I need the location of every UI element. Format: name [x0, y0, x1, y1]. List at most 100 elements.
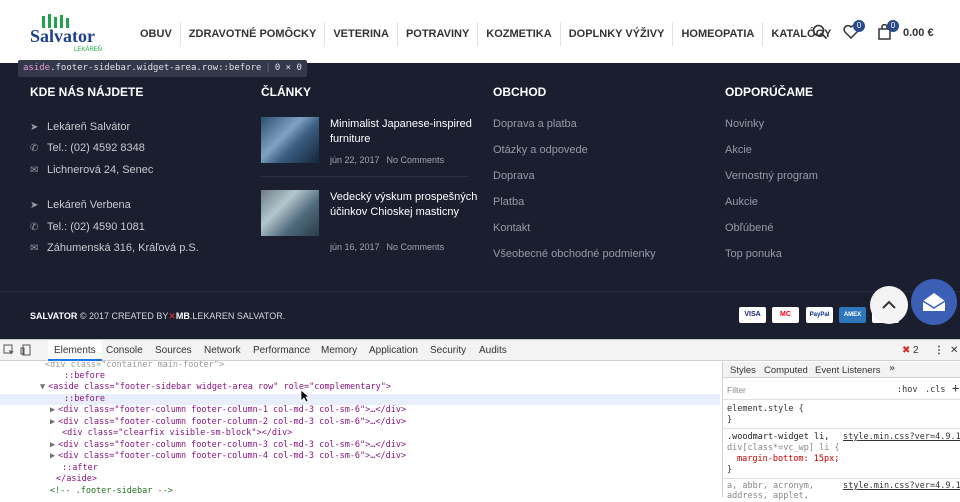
element-style-rule[interactable]: element.style { — [727, 404, 804, 415]
dom-line[interactable]: ::before — [64, 371, 105, 383]
dom-line-aside[interactable]: ▼ <aside class="footer-sidebar widget-are… — [40, 382, 391, 394]
nav-item-doplnky-vyzivy[interactable]: DOPLNKY VÝŽIVY — [561, 20, 673, 48]
dom-line[interactable]: ▶ <div class="footer-column footer-column… — [50, 417, 406, 429]
tab-elements[interactable]: Elements — [48, 340, 102, 361]
device-toolbar-icon[interactable] — [20, 340, 32, 361]
dom-line-text: <div class="footer-column footer-column-… — [58, 405, 407, 415]
svg-text:Salvator: Salvator — [30, 26, 95, 46]
post-1-meta: jún 22, 2017 No Comments — [330, 155, 451, 165]
rule-selector[interactable]: .woodmart-widget li, — [727, 432, 829, 443]
close-devtools-icon[interactable]: ✕ — [950, 340, 958, 361]
post-2-title[interactable]: Vedecký výskum prospešných účinkov Chios… — [330, 190, 480, 219]
rec-link-top-ponuka[interactable]: Top ponuka — [725, 248, 782, 260]
location-arrow-icon: ➤ — [30, 122, 39, 133]
scroll-to-top-button[interactable] — [870, 286, 908, 324]
add-rule-icon[interactable]: + — [952, 382, 959, 394]
expand-triangle-icon[interactable]: ▼ — [40, 382, 45, 392]
shop-link-vop[interactable]: Všeobecné obchodné podmienky — [493, 248, 656, 260]
collapsed-triangle-icon[interactable]: ▶ — [50, 417, 55, 427]
shop-link-otazky[interactable]: Otázky a odpovede — [493, 144, 588, 156]
collapsed-triangle-icon[interactable]: ▶ — [50, 451, 55, 461]
dom-line[interactable]: <div class="clearfix visible-sm-block"><… — [62, 428, 292, 440]
dom-line-selected[interactable]: ::before — [0, 393, 720, 405]
rule-property[interactable]: margin-bottom: 15px; — [737, 454, 839, 465]
cart-count-badge: 0 — [887, 20, 899, 32]
tab-application[interactable]: Application — [369, 340, 418, 361]
nav-item-veterina[interactable]: VETERINA — [325, 20, 397, 48]
post-2-date: jún 16, 2017 — [330, 242, 380, 252]
search-icon[interactable] — [812, 24, 828, 45]
nav-item-zdravotne-pomocky[interactable]: ZDRAVOTNÉ POMÔCKY — [181, 20, 325, 48]
tab-styles[interactable]: Styles — [730, 365, 756, 376]
styles-filter-input[interactable]: Filter — [727, 385, 746, 396]
hover-toggle[interactable]: :hov — [897, 385, 917, 396]
post-1-title[interactable]: Minimalist Japanese-inspired furniture — [330, 117, 480, 146]
tab-sources[interactable]: Sources — [155, 340, 192, 361]
rec-link-akcie[interactable]: Akcie — [725, 144, 752, 156]
rule-selector-2[interactable]: div[class*=vc_wp] li { — [727, 443, 840, 454]
tab-console[interactable]: Console — [106, 340, 143, 361]
post-1-comments[interactable]: No Comments — [387, 155, 445, 165]
tab-memory[interactable]: Memory — [321, 340, 357, 361]
nav-item-kozmetika[interactable]: KOZMETIKA — [478, 20, 559, 48]
shop-link-platba[interactable]: Platba — [493, 196, 524, 208]
tab-event-listeners[interactable]: Event Listeners — [815, 365, 880, 376]
collapsed-triangle-icon[interactable]: ▶ — [50, 440, 55, 450]
location-1-phone[interactable]: ✆ Tel.: (02) 4592 8348 — [30, 142, 145, 154]
mail-chat-button[interactable] — [911, 279, 957, 325]
post-2-comments[interactable]: No Comments — [387, 242, 445, 252]
inspect-element-icon[interactable] — [3, 340, 15, 361]
dom-line[interactable]: </aside> — [56, 474, 97, 486]
location-2-address: ✉ Záhumenská 316, Kráľová p.S. — [30, 242, 199, 254]
post-1-thumbnail[interactable] — [261, 117, 319, 163]
rule-source-link[interactable]: style.min.css?ver=4.9.1 — [843, 432, 960, 443]
mail-icon: ✉ — [30, 243, 39, 254]
tab-computed[interactable]: Computed — [764, 365, 808, 376]
shop-link-doprava[interactable]: Doprava — [493, 170, 535, 182]
devtools-tab-bar: Elements Console Sources Network Perform… — [0, 340, 722, 361]
dom-line[interactable]: ::after — [62, 463, 98, 475]
rule-source-link-2[interactable]: style.min.css?ver=4.9.1 — [843, 481, 960, 492]
more-tabs-icon[interactable]: » — [889, 363, 895, 374]
dom-line[interactable]: ▶ <div class="footer-column footer-column… — [50, 440, 406, 452]
tab-network[interactable]: Network — [204, 340, 241, 361]
location-2-name: ➤ Lekáreň Verbena — [30, 199, 131, 211]
rec-link-novinky[interactable]: Novinky — [725, 118, 764, 130]
nav-item-katalogy[interactable]: KATALÓGY — [763, 20, 839, 48]
location-1-phone-text: Tel.: (02) 4592 8348 — [47, 142, 145, 154]
site-logo[interactable]: Salvator LEKÁREŇ — [28, 14, 110, 54]
dom-line[interactable]: ▶ <div class="footer-column footer-column… — [50, 405, 406, 417]
styles-pane: Styles Computed Event Listeners » Filter… — [722, 362, 960, 501]
main-nav: OBUV ZDRAVOTNÉ POMÔCKY VETERINA POTRAVIN… — [132, 20, 839, 48]
error-indicator-icon[interactable]: ✖ — [902, 340, 910, 361]
dom-line-comment[interactable]: <!-- .footer-sidebar --> — [50, 486, 173, 498]
tab-security[interactable]: Security — [430, 340, 466, 361]
tab-performance[interactable]: Performance — [253, 340, 310, 361]
class-toggle[interactable]: .cls — [925, 385, 945, 396]
nav-item-homeopatia[interactable]: HOMEOPATIA — [673, 20, 762, 48]
post-2-thumbnail[interactable] — [261, 190, 319, 236]
nav-item-potraviny[interactable]: POTRAVINY — [398, 20, 477, 48]
rec-link-vernostny-program[interactable]: Vernostný program — [725, 170, 818, 182]
rule-selector-3b[interactable]: address, applet, — [727, 491, 809, 502]
rec-link-oblubene[interactable]: Obľúbené — [725, 222, 773, 234]
rec-link-aukcie[interactable]: Aukcie — [725, 196, 758, 208]
collapsed-triangle-icon[interactable]: ▶ — [50, 405, 55, 415]
location-2-phone[interactable]: ✆ Tel.: (02) 4590 1081 — [30, 221, 145, 233]
cart-total[interactable]: 0.00 € — [903, 27, 934, 39]
copyright-author[interactable]: MB — [176, 311, 190, 321]
dom-line[interactable]: ▶ <div class="footer-column footer-column… — [50, 451, 406, 463]
inspector-tooltip: aside.footer-sidebar.widget-area.row::be… — [18, 60, 307, 77]
tooltip-tag: aside — [23, 63, 51, 73]
cart-icon[interactable]: 0 — [877, 20, 899, 45]
wishlist-icon[interactable]: 0 — [843, 20, 865, 44]
nav-item-obuv[interactable]: OBUV — [132, 20, 180, 48]
mouse-cursor-icon — [300, 389, 310, 403]
shop-link-doprava-a-platba[interactable]: Doprava a platba — [493, 118, 577, 130]
error-count: 2 — [913, 345, 919, 356]
dom-line[interactable]: <div class="container main-footer"> — [45, 360, 224, 372]
shop-link-kontakt[interactable]: Kontakt — [493, 222, 530, 234]
devtools-menu-icon[interactable]: ⋮ — [934, 340, 944, 361]
dom-tree[interactable]: <div class="container main-footer"> ::be… — [0, 360, 720, 498]
tab-audits[interactable]: Audits — [479, 340, 507, 361]
